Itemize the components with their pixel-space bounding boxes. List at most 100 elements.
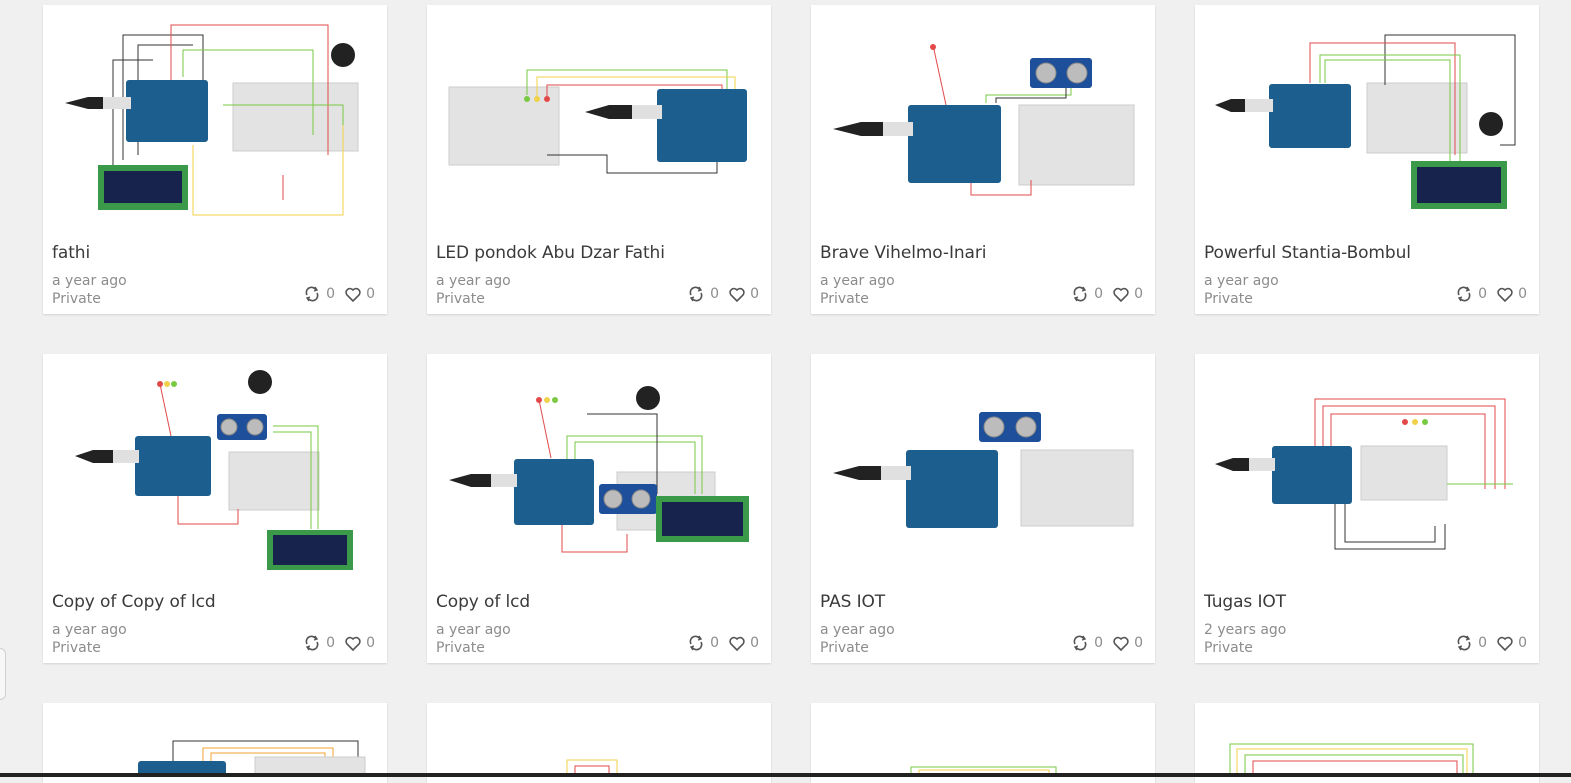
project-stats: 0 0 [293, 635, 375, 651]
remix-icon [1073, 635, 1087, 651]
remix-stat[interactable]: 0 [687, 635, 719, 651]
circuit-thumbnail[interactable] [1195, 5, 1539, 237]
like-count: 0 [1518, 635, 1527, 651]
project-card[interactable] [1195, 703, 1539, 783]
like-count: 0 [366, 635, 375, 651]
like-count: 0 [750, 635, 759, 651]
circuit-thumbnail[interactable] [427, 354, 771, 586]
remix-count: 0 [1094, 635, 1104, 651]
project-card[interactable] [43, 703, 387, 783]
like-stat[interactable]: 0 [729, 635, 759, 651]
project-visibility: Private [52, 640, 101, 656]
project-title[interactable]: Powerful Stantia-Bombul [1204, 243, 1411, 263]
project-stats: 0 0 [1445, 635, 1527, 651]
project-visibility: Private [52, 291, 101, 307]
project-visibility: Private [820, 291, 869, 307]
project-visibility: Private [1204, 640, 1253, 656]
circuit-thumbnail[interactable] [427, 5, 771, 237]
remix-icon [1457, 286, 1471, 302]
project-title[interactable]: Brave Vihelmo-Inari [820, 243, 986, 263]
project-card[interactable] [811, 703, 1155, 783]
like-count: 0 [366, 286, 375, 302]
like-count: 0 [750, 286, 759, 302]
project-card[interactable]: PAS IOT a year ago Private 0 0 [811, 354, 1155, 663]
remix-stat[interactable]: 0 [1071, 635, 1103, 651]
remix-count: 0 [326, 635, 336, 651]
remix-count: 0 [710, 635, 720, 651]
circuit-thumbnail[interactable] [43, 354, 387, 586]
project-stats: 0 0 [1445, 286, 1527, 302]
circuit-thumbnail[interactable] [811, 354, 1155, 586]
like-stat[interactable]: 0 [345, 286, 375, 302]
bottom-edge [0, 773, 1571, 777]
project-card[interactable]: Brave Vihelmo-Inari a year ago Private 0… [811, 5, 1155, 314]
remix-count: 0 [1478, 635, 1488, 651]
project-stats: 0 0 [293, 286, 375, 302]
circuit-thumbnail[interactable] [43, 5, 387, 237]
remix-count: 0 [1094, 286, 1104, 302]
project-card[interactable]: LED pondok Abu Dzar Fathi a year ago Pri… [427, 5, 771, 314]
circuit-thumbnail[interactable] [811, 703, 1155, 773]
remix-icon [689, 286, 703, 302]
remix-stat[interactable]: 0 [1455, 286, 1487, 302]
project-time: a year ago [436, 273, 511, 289]
remix-count: 0 [326, 286, 336, 302]
like-stat[interactable]: 0 [1497, 286, 1527, 302]
project-visibility: Private [436, 640, 485, 656]
project-card[interactable]: Copy of Copy of lcd a year ago Private 0… [43, 354, 387, 663]
project-time: a year ago [820, 622, 895, 638]
heart-icon [1497, 636, 1513, 651]
project-time: a year ago [436, 622, 511, 638]
project-title[interactable]: Copy of lcd [436, 592, 530, 612]
project-time: a year ago [52, 622, 127, 638]
project-time: a year ago [820, 273, 895, 289]
like-stat[interactable]: 0 [345, 635, 375, 651]
project-time: a year ago [52, 273, 127, 289]
project-time: a year ago [1204, 273, 1279, 289]
project-card[interactable]: Powerful Stantia-Bombul a year ago Priva… [1195, 5, 1539, 314]
remix-stat[interactable]: 0 [687, 286, 719, 302]
circuit-thumbnail[interactable] [1195, 703, 1539, 773]
project-card[interactable]: Copy of lcd a year ago Private 0 0 [427, 354, 771, 663]
remix-icon [1073, 286, 1087, 302]
circuit-thumbnail[interactable] [1195, 354, 1539, 586]
heart-icon [729, 636, 745, 651]
like-stat[interactable]: 0 [1497, 635, 1527, 651]
remix-stat[interactable]: 0 [1455, 635, 1487, 651]
heart-icon [1113, 636, 1129, 651]
like-count: 0 [1134, 286, 1143, 302]
project-stats: 0 0 [1061, 286, 1143, 302]
like-stat[interactable]: 0 [1113, 286, 1143, 302]
project-visibility: Private [1204, 291, 1253, 307]
heart-icon [345, 636, 361, 651]
heart-icon [729, 287, 745, 302]
heart-icon [1497, 287, 1513, 302]
project-stats: 0 0 [677, 286, 759, 302]
project-title[interactable]: PAS IOT [820, 592, 885, 612]
project-title[interactable]: Copy of Copy of lcd [52, 592, 216, 612]
project-time: 2 years ago [1204, 622, 1287, 638]
project-stats: 0 0 [1061, 635, 1143, 651]
like-stat[interactable]: 0 [1113, 635, 1143, 651]
circuit-thumbnail[interactable] [811, 5, 1155, 237]
side-panel-handle[interactable] [0, 648, 6, 700]
project-title[interactable]: LED pondok Abu Dzar Fathi [436, 243, 665, 263]
remix-icon [689, 635, 703, 651]
remix-stat[interactable]: 0 [1071, 286, 1103, 302]
remix-icon [305, 635, 319, 651]
circuit-thumbnail[interactable] [427, 703, 771, 773]
like-count: 0 [1518, 286, 1527, 302]
heart-icon [1113, 287, 1129, 302]
project-visibility: Private [436, 291, 485, 307]
remix-stat[interactable]: 0 [303, 286, 335, 302]
project-card[interactable]: fathi a year ago Private 0 0 [43, 5, 387, 314]
project-card[interactable]: Tugas IOT 2 years ago Private 0 0 [1195, 354, 1539, 663]
heart-icon [345, 287, 361, 302]
project-stats: 0 0 [677, 635, 759, 651]
like-stat[interactable]: 0 [729, 286, 759, 302]
remix-stat[interactable]: 0 [303, 635, 335, 651]
circuit-thumbnail[interactable] [43, 703, 387, 773]
project-title[interactable]: fathi [52, 243, 90, 263]
project-title[interactable]: Tugas IOT [1204, 592, 1286, 612]
project-card[interactable] [427, 703, 771, 783]
